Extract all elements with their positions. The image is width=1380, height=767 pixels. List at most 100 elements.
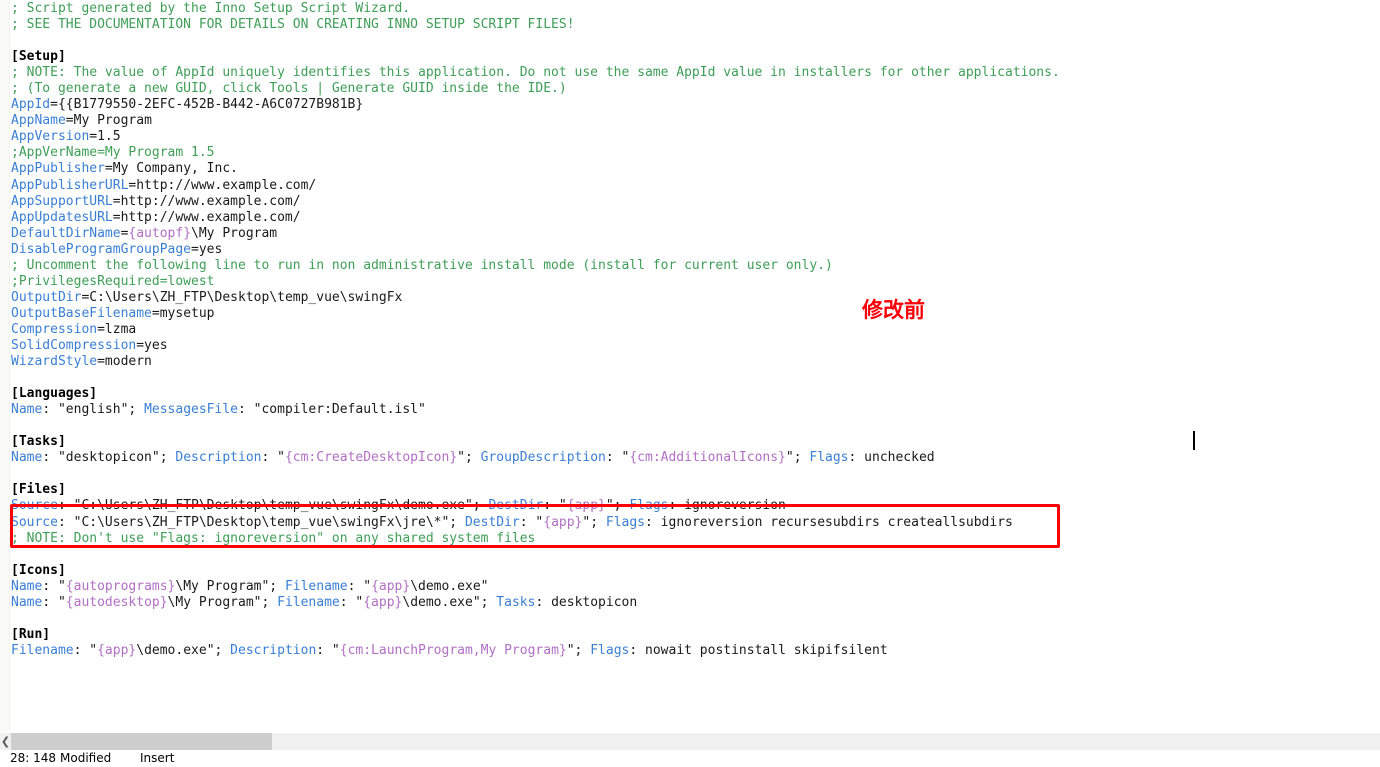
code-line[interactable]: ;AppVerName=My Program 1.5 <box>11 145 1380 161</box>
code-token-const: {app} <box>566 498 606 514</box>
code-token-key: OutputBaseFilename <box>11 305 152 321</box>
code-line[interactable]: Source: "C:\Users\ZH_FTP\Desktop\temp_vu… <box>11 498 1380 514</box>
editor-gutter <box>0 0 10 731</box>
code-line[interactable]: OutputDir=C:\Users\ZH_FTP\Desktop\temp_v… <box>11 290 1380 306</box>
code-token-txt: "; <box>582 514 606 530</box>
code-token-key: DefaultDirName <box>11 225 121 241</box>
code-token-const: {cm:LaunchProgram,My Program} <box>339 642 567 658</box>
code-line[interactable] <box>11 466 1380 482</box>
code-token-txt: "; <box>605 498 630 514</box>
code-token-txt: : ignoreversion <box>668 498 786 514</box>
code-token-key: Filename <box>277 594 340 610</box>
code-token-key: AppUpdatesURL <box>11 209 113 225</box>
code-line[interactable]: ; NOTE: Don't use "Flags: ignoreversion"… <box>11 531 1380 547</box>
code-line[interactable]: AppId={{B1779550-2EFC-452B-B442-A6C0727B… <box>11 97 1380 113</box>
code-token-txt: : " <box>605 450 630 466</box>
code-token-txt: =http://www.example.com/ <box>128 177 317 193</box>
code-line[interactable]: SolidCompression=yes <box>11 338 1380 354</box>
code-token-txt: =lzma <box>97 321 137 337</box>
status-insert-mode: Insert <box>140 751 175 765</box>
code-token-txt: : " <box>543 498 567 514</box>
code-line[interactable]: ;PrivilegesRequired=lowest <box>11 274 1380 290</box>
code-token-txt: =C:\Users\ZH_FTP\Desktop\temp_vue\swingF… <box>81 289 403 305</box>
code-token-key: Description <box>230 642 317 658</box>
code-token-key: Flags <box>629 498 669 514</box>
code-line[interactable]: [Run] <box>11 627 1380 643</box>
code-token-txt: : " <box>347 578 372 594</box>
code-token-txt: \demo.exe"; <box>402 594 497 610</box>
code-token-key: Source <box>11 498 58 514</box>
code-line[interactable]: DefaultDirName={autopf}\My Program <box>11 226 1380 242</box>
code-token-const: {app} <box>363 594 403 610</box>
code-line[interactable]: AppSupportURL=http://www.example.com/ <box>11 194 1380 210</box>
code-token-txt: : " <box>42 594 66 610</box>
code-token-txt: : "desktopicon"; <box>42 450 176 466</box>
code-token-key: MessagesFile <box>144 402 238 418</box>
code-token-txt: ={{B1779550-2EFC-452B-B442-A6C0727B981B} <box>50 97 364 113</box>
code-token-txt: : " <box>519 514 544 530</box>
status-bar: 28: 148 Modified Insert <box>0 750 1380 767</box>
code-token-key: OutputDir <box>11 289 82 305</box>
code-token-txt: =My Company, Inc. <box>104 161 238 177</box>
code-token-const: {autopf} <box>128 225 192 241</box>
code-token-txt: =mysetup <box>151 305 215 321</box>
code-line[interactable]: WizardStyle=modern <box>11 354 1380 370</box>
code-line[interactable]: ; SEE THE DOCUMENTATION FOR DETAILS ON C… <box>11 17 1380 33</box>
code-line[interactable]: Filename: "{app}\demo.exe"; Description:… <box>11 643 1380 659</box>
code-token-txt: : " <box>339 594 364 610</box>
code-token-key: AppPublisherURL <box>11 177 129 193</box>
code-line[interactable]: ; Uncomment the following line to run in… <box>11 258 1380 274</box>
code-line[interactable]: Source: "C:\Users\ZH_FTP\Desktop\temp_vu… <box>11 515 1380 531</box>
code-line[interactable]: Name: "{autoprograms}\My Program"; Filen… <box>11 579 1380 595</box>
code-token-txt: "; <box>785 450 810 466</box>
code-token-txt: : "C:\Users\ZH_FTP\Desktop\temp_vue\swin… <box>57 498 489 514</box>
editor-window: ; Script generated by the Inno Setup Scr… <box>0 0 1380 767</box>
code-token-key: Filename <box>11 642 74 658</box>
code-line[interactable]: Name: "{autodesktop}\My Program"; Filena… <box>11 595 1380 611</box>
code-line[interactable]: [Icons] <box>11 563 1380 579</box>
code-line[interactable]: Name: "english"; MessagesFile: "compiler… <box>11 402 1380 418</box>
scroll-left-arrow-icon[interactable]: ❮ <box>0 733 11 750</box>
horizontal-scrollbar[interactable]: ❮ <box>0 733 1380 750</box>
code-line[interactable]: AppName=My Program <box>11 113 1380 129</box>
code-line[interactable]: Compression=lzma <box>11 322 1380 338</box>
code-line[interactable]: AppVersion=1.5 <box>11 129 1380 145</box>
code-token-key: Flags <box>590 642 630 658</box>
code-line[interactable]: [Files] <box>11 482 1380 498</box>
code-token-sect: [Files] <box>11 482 66 498</box>
code-line[interactable] <box>11 370 1380 386</box>
code-token-cmt: ; SEE THE DOCUMENTATION FOR DETAILS ON C… <box>11 17 575 33</box>
code-line[interactable] <box>11 547 1380 563</box>
code-line[interactable] <box>11 418 1380 434</box>
code-line[interactable]: ; NOTE: The value of AppId uniquely iden… <box>11 65 1380 81</box>
code-token-cmt: ; Uncomment the following line to run in… <box>11 257 833 273</box>
code-line[interactable]: ; Script generated by the Inno Setup Scr… <box>11 1 1380 17</box>
code-token-key: GroupDescription <box>480 450 606 466</box>
code-line[interactable]: ; (To generate a new GUID, click Tools |… <box>11 81 1380 97</box>
horizontal-scrollbar-thumb[interactable] <box>11 733 272 750</box>
code-line[interactable]: Name: "desktopicon"; Description: "{cm:C… <box>11 450 1380 466</box>
code-editor-area[interactable]: ; Script generated by the Inno Setup Scr… <box>0 0 1380 731</box>
code-line[interactable]: [Languages] <box>11 386 1380 402</box>
code-token-txt: \My Program"; <box>167 594 278 610</box>
code-text[interactable]: ; Script generated by the Inno Setup Scr… <box>11 0 1380 659</box>
code-token-txt: : desktopicon <box>535 594 638 610</box>
code-token-txt: : "C:\Users\ZH_FTP\Desktop\temp_vue\swin… <box>57 514 465 530</box>
code-line[interactable]: [Setup] <box>11 49 1380 65</box>
code-token-cmt: ; (To generate a new GUID, click Tools |… <box>11 81 567 97</box>
code-token-txt: : " <box>261 450 285 466</box>
code-token-key: AppVersion <box>11 129 90 145</box>
code-line[interactable] <box>11 611 1380 627</box>
code-line[interactable]: [Tasks] <box>11 434 1380 450</box>
code-token-txt: \My Program"; <box>175 578 285 594</box>
code-line[interactable] <box>11 33 1380 49</box>
code-token-txt: =yes <box>136 337 168 353</box>
code-line[interactable]: OutputBaseFilename=mysetup <box>11 306 1380 322</box>
code-line[interactable]: AppUpdatesURL=http://www.example.com/ <box>11 210 1380 226</box>
code-token-key: Compression <box>11 321 98 337</box>
code-token-key: DestDir <box>464 514 520 530</box>
code-line[interactable]: AppPublisher=My Company, Inc. <box>11 161 1380 177</box>
code-token-const: {app} <box>543 514 583 530</box>
code-line[interactable]: DisableProgramGroupPage=yes <box>11 242 1380 258</box>
code-line[interactable]: AppPublisherURL=http://www.example.com/ <box>11 178 1380 194</box>
